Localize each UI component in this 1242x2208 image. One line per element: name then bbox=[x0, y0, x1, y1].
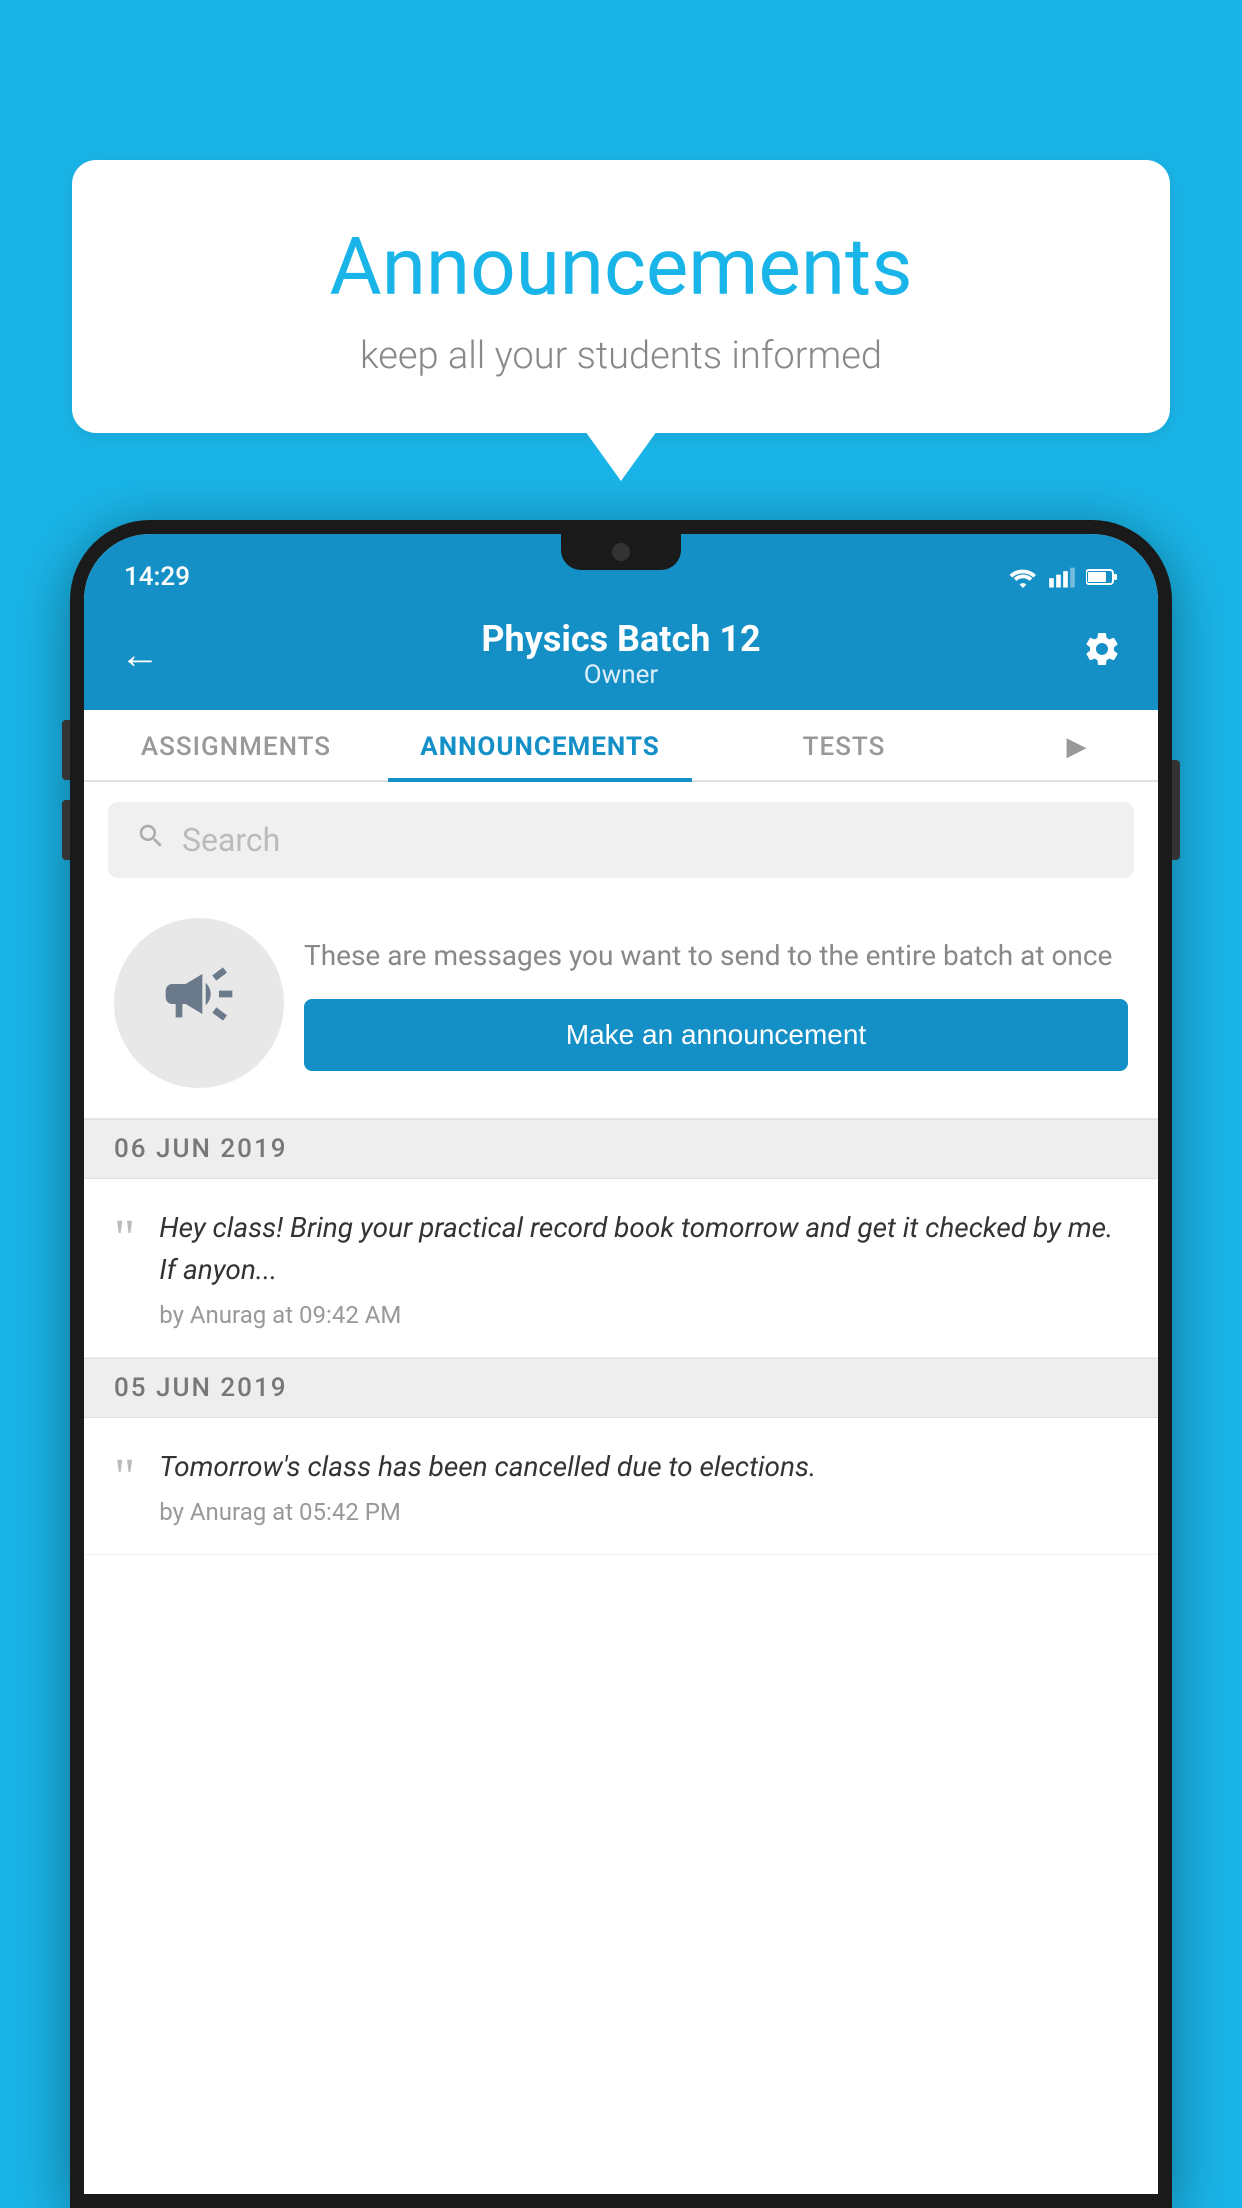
announcement-content-1: Hey class! Bring your practical record b… bbox=[159, 1207, 1128, 1329]
date-separator-2: 05 JUN 2019 bbox=[84, 1358, 1158, 1418]
search-placeholder: Search bbox=[182, 821, 280, 859]
content-area: Search These are messages you want to se… bbox=[84, 782, 1158, 2194]
camera-dot bbox=[612, 543, 630, 561]
promo-icon-circle bbox=[114, 918, 284, 1088]
announcement-item-2[interactable]: " Tomorrow's class has been cancelled du… bbox=[84, 1418, 1158, 1555]
make-announcement-button[interactable]: Make an announcement bbox=[304, 999, 1128, 1071]
header-subtitle: Owner bbox=[481, 660, 760, 690]
promo-right: These are messages you want to send to t… bbox=[304, 935, 1128, 1071]
speech-bubble-section: Announcements keep all your students inf… bbox=[72, 160, 1170, 433]
speech-bubble: Announcements keep all your students inf… bbox=[72, 160, 1170, 433]
announcement-meta-2: by Anurag at 05:42 PM bbox=[159, 1498, 1128, 1526]
date-separator-1: 06 JUN 2019 bbox=[84, 1119, 1158, 1179]
quote-icon-2: " bbox=[114, 1452, 135, 1504]
status-time: 14:29 bbox=[124, 562, 190, 592]
header-title-block: Physics Batch 12 Owner bbox=[481, 618, 760, 690]
promo-section: These are messages you want to send to t… bbox=[84, 898, 1158, 1119]
search-bar[interactable]: Search bbox=[108, 802, 1134, 878]
tab-tests[interactable]: TESTS bbox=[692, 710, 996, 780]
volume-down-button bbox=[62, 800, 70, 860]
announcement-text-1: Hey class! Bring your practical record b… bbox=[159, 1207, 1128, 1291]
tab-assignments[interactable]: ASSIGNMENTS bbox=[84, 710, 388, 780]
bubble-subtitle: keep all your students informed bbox=[122, 334, 1120, 378]
quote-icon-1: " bbox=[114, 1213, 135, 1265]
phone-screen: 14:29 bbox=[84, 534, 1158, 2194]
tab-more[interactable]: ▶ bbox=[996, 710, 1158, 780]
settings-button[interactable] bbox=[1082, 629, 1122, 679]
tab-announcements[interactable]: ANNOUNCEMENTS bbox=[388, 710, 692, 780]
app-header: ← Physics Batch 12 Owner bbox=[84, 602, 1158, 710]
signal-icon bbox=[1048, 566, 1076, 588]
announcement-item-1[interactable]: " Hey class! Bring your practical record… bbox=[84, 1179, 1158, 1358]
phone-notch bbox=[561, 534, 681, 570]
announcement-text-2: Tomorrow's class has been cancelled due … bbox=[159, 1446, 1128, 1488]
volume-up-button bbox=[62, 720, 70, 780]
bubble-title: Announcements bbox=[122, 220, 1120, 314]
power-button bbox=[1172, 760, 1180, 860]
phone-frame: 14:29 bbox=[70, 520, 1172, 2208]
promo-description: These are messages you want to send to t… bbox=[304, 935, 1128, 977]
megaphone-icon bbox=[159, 954, 239, 1052]
battery-icon bbox=[1086, 567, 1118, 587]
gear-icon bbox=[1082, 629, 1122, 669]
status-icons bbox=[1008, 566, 1118, 588]
header-title: Physics Batch 12 bbox=[481, 618, 760, 660]
search-icon bbox=[136, 820, 166, 860]
tab-bar: ASSIGNMENTS ANNOUNCEMENTS TESTS ▶ bbox=[84, 710, 1158, 782]
wifi-icon bbox=[1008, 566, 1038, 588]
back-button[interactable]: ← bbox=[120, 631, 160, 678]
announcement-meta-1: by Anurag at 09:42 AM bbox=[159, 1301, 1128, 1329]
announcement-content-2: Tomorrow's class has been cancelled due … bbox=[159, 1446, 1128, 1526]
